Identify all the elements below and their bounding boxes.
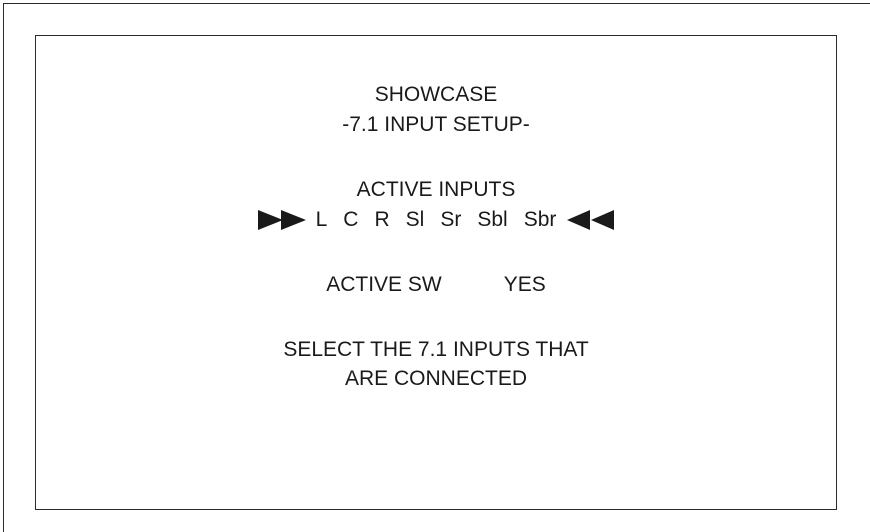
- channel-sl[interactable]: Sl: [406, 208, 425, 232]
- active-inputs-label: ACTIVE INPUTS: [356, 178, 516, 201]
- channel-l[interactable]: L: [316, 208, 328, 232]
- active-inputs-selector[interactable]: L C R Sl Sr Sbl Sbr: [36, 208, 836, 232]
- double-right-triangle-icon: [257, 209, 308, 231]
- screen-title: SHOWCASE: [374, 83, 498, 106]
- channel-c[interactable]: C: [343, 208, 358, 232]
- screen-subtitle: -7.1 INPUT SETUP-: [342, 113, 530, 136]
- channel-sbl[interactable]: Sbl: [477, 208, 507, 232]
- active-sw-value[interactable]: YES: [504, 273, 546, 296]
- instruction-line-2: ARE CONNECTED: [344, 367, 528, 390]
- channel-sr[interactable]: Sr: [440, 208, 461, 232]
- channel-r[interactable]: R: [374, 208, 389, 232]
- osd-screen: SHOWCASE -7.1 INPUT SETUP- ACTIVE INPUTS…: [35, 35, 837, 510]
- channel-sbr[interactable]: Sbr: [524, 208, 557, 232]
- active-sw-label: ACTIVE SW: [326, 273, 442, 296]
- instruction-line-1: SELECT THE 7.1 INPUTS THAT: [283, 338, 589, 361]
- active-sw-row[interactable]: ACTIVE SW YES: [36, 273, 836, 297]
- double-left-triangle-icon: [564, 209, 615, 231]
